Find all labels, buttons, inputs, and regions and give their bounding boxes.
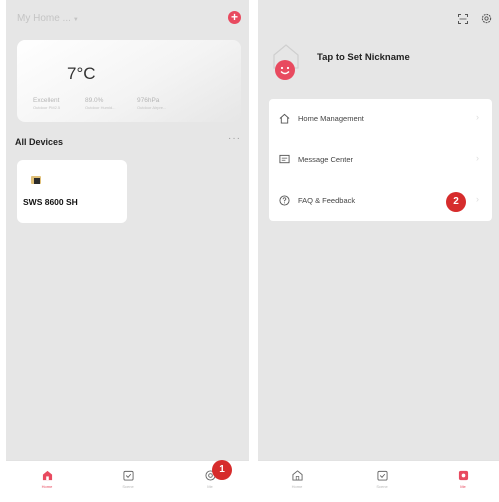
chevron-right-icon: › <box>476 153 479 163</box>
weather-stat-pm25: Excellent Outdoor PM2.5 <box>33 97 93 110</box>
pm25-value: Excellent <box>33 97 60 104</box>
tab-scene[interactable]: Scene <box>352 465 412 501</box>
menu-item-message-center[interactable]: Message Center › <box>269 140 492 180</box>
humidity-label: Outdoor Humid... <box>85 105 116 110</box>
scene-icon <box>122 470 134 481</box>
menu-item-label: FAQ & Feedback <box>298 196 356 205</box>
settings-icon[interactable] <box>481 13 492 24</box>
tab-bar: Home Scene Me <box>258 460 499 502</box>
temperature: 7°C <box>67 64 96 83</box>
menu-item-label: Home Management <box>298 114 364 123</box>
callout-badge: 2 <box>446 192 466 212</box>
me-icon <box>458 470 468 481</box>
chevron-right-icon: › <box>476 194 479 204</box>
home-icon <box>291 470 303 481</box>
tab-label: Home <box>41 484 53 489</box>
tab-me[interactable]: Me <box>433 465 493 501</box>
tab-home[interactable]: Home <box>17 465 77 501</box>
nickname-button[interactable]: Tap to Set Nickname <box>317 52 410 63</box>
help-icon <box>279 195 290 206</box>
home-selector[interactable]: My Home ... ▼ <box>17 13 79 24</box>
weather-stat-pressure: 976hPa Outdoor Airpre... <box>137 97 197 110</box>
chevron-right-icon: › <box>476 112 479 122</box>
weather-station-icon <box>31 176 41 184</box>
avatar[interactable] <box>275 60 295 80</box>
weather-card[interactable]: 7°C Excellent Outdoor PM2.5 89.0% Outdoo… <box>17 40 241 122</box>
home-title: My Home ... <box>17 13 71 24</box>
tab-label: Home <box>291 484 303 489</box>
device-name: SWS 8600 SH <box>23 197 78 207</box>
home-outline-icon <box>279 113 290 124</box>
device-card[interactable]: SWS 8600 SH <box>17 160 127 223</box>
home-icon <box>42 470 52 481</box>
pressure-label: Outdoor Airpre... <box>137 105 167 110</box>
smile-icon <box>280 66 290 75</box>
tab-label: Scene <box>122 484 134 489</box>
tab-home[interactable]: Home <box>267 465 327 501</box>
menu-item-label: Message Center <box>298 155 354 164</box>
add-device-button[interactable]: + <box>228 11 241 24</box>
pressure-value: 976hPa <box>137 97 160 104</box>
section-title: All Devices <box>15 137 64 147</box>
scan-icon[interactable] <box>458 14 468 24</box>
callout-badge: 1 <box>212 460 232 480</box>
tab-scene[interactable]: Scene <box>98 465 158 501</box>
scene-icon <box>376 470 388 481</box>
tab-label: Scene <box>376 484 388 489</box>
tab-label: Me <box>460 484 466 489</box>
caret-down-icon: ▼ <box>72 17 79 23</box>
plus-icon: + <box>230 10 238 24</box>
message-icon <box>279 154 290 164</box>
me-screen: Tap to Set Nickname Home Management › Me… <box>258 0 499 502</box>
humidity-value: 89.0% <box>85 97 104 104</box>
weather-stat-humidity: 89.0% Outdoor Humid... <box>85 97 145 110</box>
pm25-label: Outdoor PM2.5 <box>33 105 61 110</box>
more-dots-icon[interactable]: ··· <box>228 133 241 144</box>
menu-item-home-management[interactable]: Home Management › <box>269 99 492 139</box>
tab-label: Me <box>207 484 213 489</box>
home-screen: My Home ... ▼ + 7°C Excellent Outdoor PM2… <box>6 0 249 502</box>
